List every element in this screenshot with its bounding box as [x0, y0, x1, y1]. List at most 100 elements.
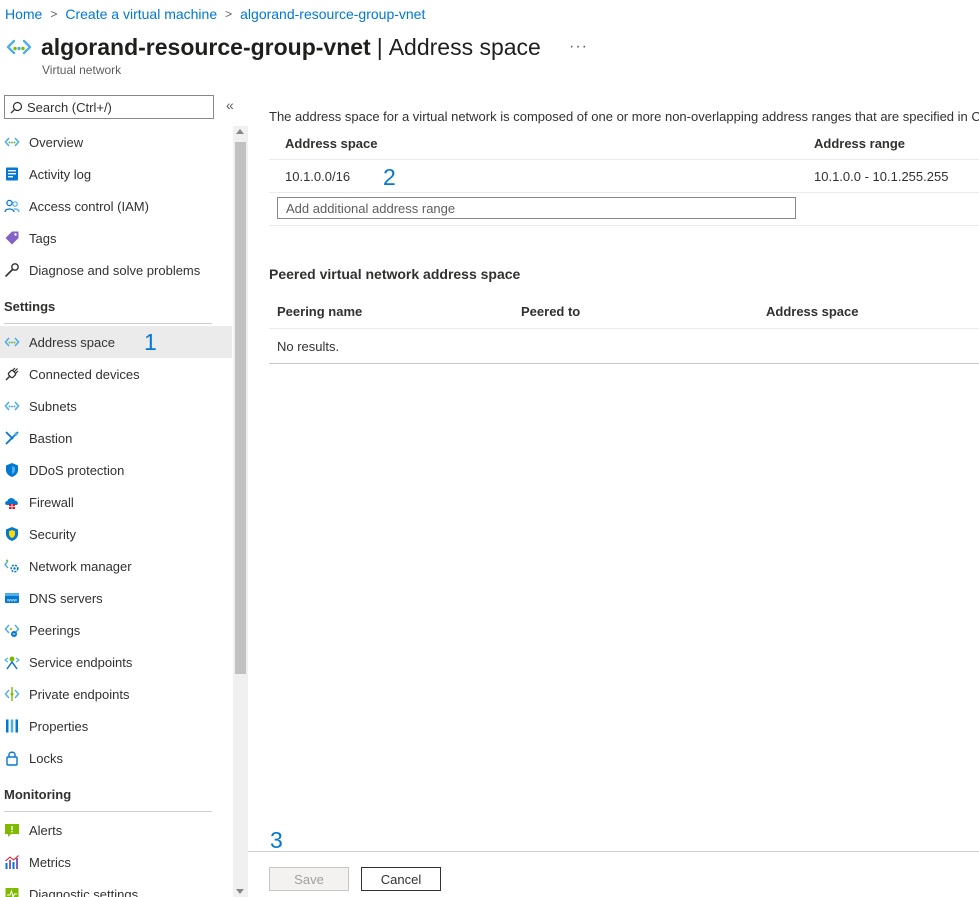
sidebar-item-label: Service endpoints — [29, 654, 133, 670]
add-range-row — [269, 193, 979, 226]
sidebar-item-alerts[interactable]: Alerts — [0, 814, 232, 846]
no-results-text: No results. — [277, 338, 340, 354]
scroll-up-icon[interactable] — [236, 129, 244, 134]
breadcrumb-create-vm[interactable]: Create a virtual machine — [65, 6, 217, 22]
svg-text:www: www — [7, 598, 17, 603]
sidebar-item-private-endpoints[interactable]: Private endpoints — [0, 678, 232, 710]
sidebar-item-activity-log[interactable]: Activity log — [0, 158, 232, 190]
service-endpoints-icon — [4, 654, 20, 670]
footer-divider — [248, 851, 979, 852]
sidebar-scrollbar[interactable] — [233, 126, 248, 897]
address-space-value: 10.1.0.0/16 — [285, 168, 351, 184]
sidebar-item-tags[interactable]: Tags — [0, 222, 232, 254]
section-settings: Settings — [0, 288, 232, 324]
peered-section-title: Peered virtual network address space — [269, 266, 521, 282]
search-input[interactable] — [27, 99, 197, 115]
lock-icon — [4, 750, 20, 766]
peerings-icon — [4, 622, 20, 638]
breadcrumb: Home > Create a virtual machine > algora… — [5, 5, 425, 23]
sidebar-item-peerings[interactable]: Peerings — [0, 614, 232, 646]
firewall-icon — [4, 494, 20, 510]
sidebar-item-address-space[interactable]: Address space 1 — [0, 326, 232, 358]
address-range-value: 10.1.0.0 - 10.1.255.255 — [814, 168, 949, 184]
title-separator: | — [376, 33, 383, 60]
address-space-table: Address space Address range 10.1.0.0/16 … — [269, 127, 979, 226]
sidebar-item-dns-servers[interactable]: www DNS servers — [0, 582, 232, 614]
network-manager-icon — [4, 558, 20, 574]
breadcrumb-home[interactable]: Home — [5, 6, 42, 22]
table-row[interactable]: 10.1.0.0/16 2 10.1.0.0 - 10.1.255.255 — [269, 160, 979, 193]
tag-icon — [4, 230, 20, 246]
resource-type: Virtual network — [42, 63, 122, 77]
sidebar-item-label: DNS servers — [29, 590, 103, 606]
dns-icon: www — [4, 590, 20, 606]
description-text: The address space for a virtual network … — [269, 109, 979, 124]
vnet-icon — [4, 134, 20, 150]
sidebar-item-label: DDoS protection — [29, 462, 125, 478]
sidebar-item-diagnose[interactable]: Diagnose and solve problems — [0, 254, 232, 286]
sidebar-item-label: Diagnostic settings — [29, 886, 139, 897]
people-icon — [4, 198, 20, 214]
sidebar-item-label: Diagnose and solve problems — [29, 262, 201, 278]
sidebar-item-label: Address space — [29, 334, 115, 350]
annotation-1: 1 — [144, 329, 157, 355]
sidebar-item-metrics[interactable]: Metrics — [0, 846, 232, 878]
scroll-down-icon[interactable] — [236, 889, 244, 894]
sidebar-item-label: Overview — [29, 134, 84, 150]
save-button[interactable]: Save — [269, 867, 349, 891]
vnet-icon — [4, 398, 20, 414]
alerts-icon — [4, 822, 20, 838]
sidebar-item-label: Connected devices — [29, 366, 140, 382]
collapse-sidebar-icon[interactable]: « — [226, 97, 234, 113]
more-options-icon[interactable]: ··· — [569, 38, 588, 56]
sidebar-item-security[interactable]: Security — [0, 518, 232, 550]
column-header-address-range: Address range — [814, 135, 906, 151]
sidebar-item-label: Properties — [29, 718, 89, 734]
sidebar-item-locks[interactable]: Locks — [0, 742, 232, 774]
column-header-peering-name: Peering name — [277, 303, 363, 319]
sidebar-item-label: Activity log — [29, 166, 92, 182]
sidebar-item-properties[interactable]: Properties — [0, 710, 232, 742]
search-box[interactable] — [4, 95, 214, 119]
diagnostic-icon — [4, 886, 20, 897]
sidebar-item-label: Subnets — [29, 398, 77, 414]
empty-row: No results. — [269, 329, 979, 364]
column-header-address-space: Address space — [285, 135, 378, 151]
sidebar-item-ddos[interactable]: DDoS protection — [0, 454, 232, 486]
add-address-range-input[interactable] — [277, 197, 796, 219]
activity-log-icon — [4, 166, 20, 182]
column-header-address-space: Address space — [766, 303, 859, 319]
sidebar-item-bastion[interactable]: Bastion — [0, 422, 232, 454]
sidebar-item-network-manager[interactable]: Network manager — [0, 550, 232, 582]
sidebar-item-label: Access control (IAM) — [29, 198, 149, 214]
cancel-button[interactable]: Cancel — [361, 867, 441, 891]
sidebar-item-diagnostic-settings[interactable]: Diagnostic settings — [0, 878, 232, 897]
sidebar-item-label: Firewall — [29, 494, 74, 510]
chevron-right-icon: > — [225, 7, 233, 21]
annotation-3: 3 — [270, 827, 283, 853]
scrollbar-thumb[interactable] — [235, 142, 246, 674]
sidebar-item-label: Peerings — [29, 622, 81, 638]
sidebar-item-overview[interactable]: Overview — [0, 126, 232, 158]
section-monitoring: Monitoring — [0, 776, 232, 812]
sidebar-item-subnets[interactable]: Subnets — [0, 390, 232, 422]
sidebar-item-label: Tags — [29, 230, 57, 246]
sidebar-item-label: Metrics — [29, 854, 71, 870]
sidebar-item-iam[interactable]: Access control (IAM) — [0, 190, 232, 222]
vnet-icon — [6, 39, 32, 55]
sidebar-item-firewall[interactable]: Firewall — [0, 486, 232, 518]
shield-icon — [4, 462, 20, 478]
peered-table: Peering name Peered to Address space No … — [269, 294, 979, 364]
resource-name: algorand-resource-group-vnet — [41, 33, 371, 60]
sidebar-item-label: Alerts — [29, 822, 63, 838]
nav-list: Overview Activity log Access control (IA… — [0, 126, 232, 897]
breadcrumb-vnet[interactable]: algorand-resource-group-vnet — [240, 6, 425, 22]
search-icon — [10, 101, 23, 113]
bastion-icon — [4, 430, 20, 446]
column-header-peered-to: Peered to — [521, 303, 581, 319]
plug-icon — [4, 366, 20, 382]
sidebar-item-label: Security — [29, 526, 76, 542]
sidebar-item-service-endpoints[interactable]: Service endpoints — [0, 646, 232, 678]
properties-icon — [4, 718, 20, 734]
sidebar-item-connected-devices[interactable]: Connected devices — [0, 358, 232, 390]
